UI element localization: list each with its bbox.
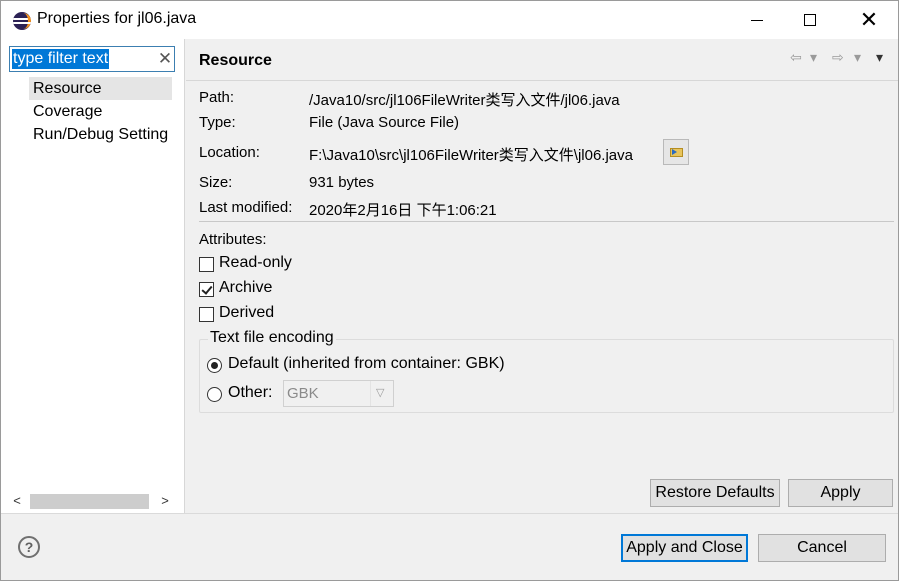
footer-divider [1, 513, 898, 514]
maximize-icon [804, 14, 816, 26]
default-encoding-radio[interactable] [207, 358, 222, 373]
location-value: F:\Java10\src\jl106FileWriter类写入文件\jl06.… [309, 147, 633, 164]
path-label: Path: [199, 89, 235, 106]
apply-and-close-button[interactable]: Apply and Close [621, 534, 748, 562]
help-icon[interactable]: ? [18, 536, 40, 558]
filter-input[interactable] [12, 49, 154, 69]
type-value: File (Java Source File) [309, 114, 460, 131]
derived-checkbox[interactable] [199, 307, 214, 322]
archive-label: Archive [219, 279, 273, 296]
properties-dialog: Properties for jl06.java ✕ type filter t… [0, 0, 899, 581]
tree-item-coverage[interactable]: Coverage [29, 100, 172, 123]
select-separator [370, 381, 371, 406]
scroll-left-icon[interactable]: < [7, 491, 27, 511]
navigation-panel: type filter text ✕ Resource Coverage Run… [1, 39, 185, 513]
minimize-button[interactable] [734, 1, 780, 39]
other-encoding-label: Other: [228, 384, 273, 401]
horizontal-scrollbar[interactable]: < > [1, 491, 184, 511]
show-in-system-explorer-button[interactable] [663, 139, 689, 165]
chevron-down-icon: ▽ [376, 387, 385, 399]
archive-checkbox[interactable] [199, 282, 214, 297]
derived-label: Derived [219, 304, 275, 321]
view-menu-icon[interactable]: ▾ [876, 49, 883, 66]
clear-filter-icon[interactable]: ✕ [156, 48, 174, 70]
arrow-right-icon [672, 149, 677, 155]
title-bar: Properties for jl06.java ✕ [1, 1, 898, 39]
attributes-heading: Attributes: [199, 231, 267, 248]
property-page-tree: Resource Coverage Run/Debug Setting [29, 77, 173, 146]
scroll-right-icon[interactable]: > [155, 491, 175, 511]
forward-menu-icon[interactable]: ▾ [854, 49, 861, 66]
other-encoding-radio[interactable] [207, 387, 222, 402]
forward-arrow-icon[interactable]: ⇨ [832, 49, 844, 66]
window-title: Properties for jl06.java [37, 10, 197, 27]
maximize-button[interactable] [787, 1, 833, 39]
restore-defaults-button[interactable]: Restore Defaults [650, 479, 780, 507]
close-icon: ✕ [859, 7, 879, 32]
page-title: Resource [199, 52, 272, 69]
scrollbar-thumb[interactable] [30, 494, 149, 509]
apply-button[interactable]: Apply [788, 479, 893, 507]
text-file-encoding-group: Text file encoding Default (inherited fr… [199, 329, 894, 413]
page-navigation: ⇦ ▾ ⇨ ▾ ▾ [790, 49, 890, 67]
cancel-button[interactable]: Cancel [758, 534, 886, 562]
last-modified-label: Last modified: [199, 199, 293, 216]
default-encoding-label: Default (inherited from container: GBK) [228, 355, 505, 372]
path-value: /Java10/src/jl106FileWriter类写入文件/jl06.ja… [309, 92, 620, 109]
back-arrow-icon[interactable]: ⇦ [790, 49, 802, 66]
tree-item-resource[interactable]: Resource [29, 77, 173, 100]
location-label: Location: [199, 144, 260, 161]
back-menu-icon[interactable]: ▾ [810, 49, 817, 66]
minimize-icon [751, 19, 763, 21]
tree-item-run-debug-setting[interactable]: Run/Debug Setting [29, 123, 172, 146]
filter-box: type filter text ✕ [9, 46, 175, 72]
encoding-legend: Text file encoding [208, 329, 336, 347]
read-only-label: Read-only [219, 254, 292, 271]
type-label: Type: [199, 114, 236, 131]
close-button[interactable]: ✕ [846, 1, 892, 39]
read-only-checkbox[interactable] [199, 257, 214, 272]
eclipse-icon [13, 12, 31, 30]
attributes-divider [199, 221, 894, 222]
title-divider [186, 80, 898, 81]
resource-page: Resource ⇦ ▾ ⇨ ▾ ▾ Path: /Java10/src/jl1… [186, 39, 898, 513]
size-value: 931 bytes [309, 174, 375, 191]
other-encoding-value: GBK [287, 385, 319, 402]
size-label: Size: [199, 174, 233, 191]
last-modified-value: 2020年2月16日 下午1:06:21 [309, 202, 497, 219]
other-encoding-select[interactable]: GBK ▽ [283, 380, 394, 407]
